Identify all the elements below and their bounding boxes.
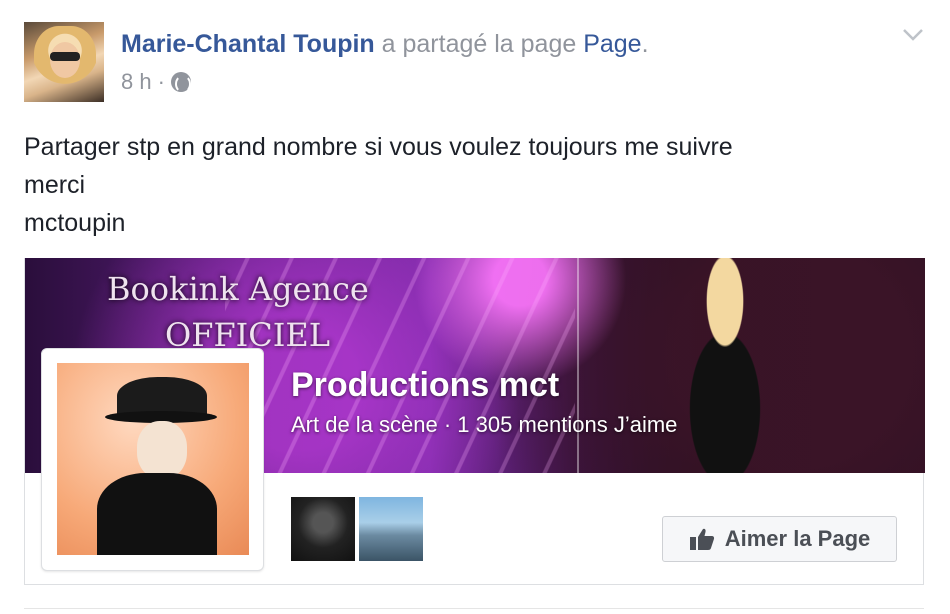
meta-separator: · — [157, 69, 165, 94]
post-meta: 8 h · — [121, 69, 191, 95]
post-message-line: mctoupin — [24, 209, 126, 237]
friend-avatar[interactable] — [359, 497, 423, 561]
page-link[interactable]: Page — [583, 30, 641, 58]
author-line: Marie-Chantal Toupin a partagé la page P… — [121, 30, 649, 59]
chevron-down-icon[interactable] — [902, 28, 924, 42]
like-page-label: Aimer la Page — [724, 526, 871, 551]
divider — [24, 608, 924, 609]
page-subtitle: Art de la scène · 1 305 mentions J’aime — [291, 412, 678, 437]
post-header: Marie-Chantal Toupin a partagé la page P… — [24, 22, 924, 104]
friends-who-like — [291, 497, 423, 561]
friend-avatar[interactable] — [291, 497, 355, 561]
post-message: Partager stp en grand nombre si vous vou… — [24, 128, 904, 242]
globe-icon[interactable] — [170, 72, 191, 93]
page-profile-picture[interactable] — [57, 363, 249, 555]
cover-text-agency: Bookink Agence — [107, 270, 369, 308]
author-name-link[interactable]: Marie-Chantal Toupin — [121, 30, 375, 58]
post-message-line: Partager stp en grand nombre si vous vou… — [24, 133, 733, 161]
post-timestamp[interactable]: 8 h — [121, 69, 152, 95]
shared-page-card[interactable]: Bookink Agence OFFICIEL Productions mct … — [24, 258, 925, 585]
shared-text: a partagé la page — [374, 30, 584, 58]
post-message-line: merci — [24, 171, 86, 199]
author-avatar[interactable] — [24, 22, 104, 102]
thumbs-up-icon — [689, 527, 715, 551]
like-page-button[interactable]: Aimer la Page — [662, 516, 897, 562]
page-profile-picture-frame[interactable] — [41, 348, 264, 571]
period: . — [641, 30, 649, 58]
page-title[interactable]: Productions mct — [291, 366, 559, 405]
